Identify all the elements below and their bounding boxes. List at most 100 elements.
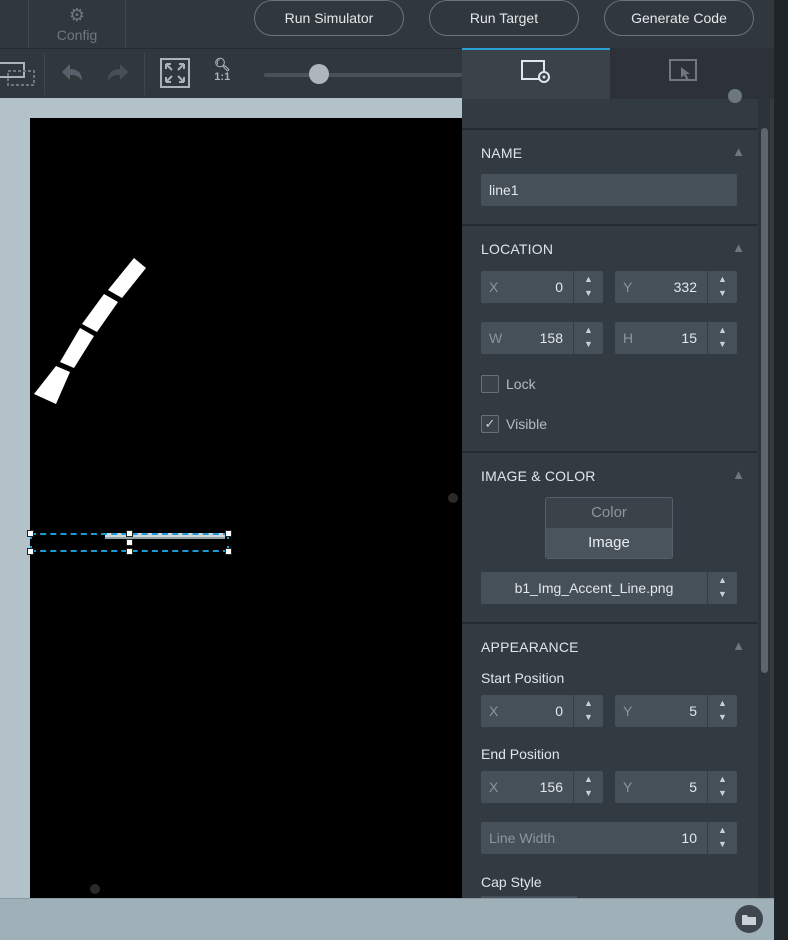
increment-icon[interactable]: ▲ <box>718 825 727 835</box>
h-spinner[interactable]: ▲ ▼ <box>707 322 737 354</box>
image-file-select[interactable]: b1_Img_Accent_Line.png ▲ ▼ <box>481 572 737 604</box>
color-image-toggle[interactable]: Color Image <box>545 497 673 559</box>
name-input[interactable]: line1 <box>481 174 737 206</box>
decrement-icon[interactable]: ▼ <box>718 712 727 722</box>
chevron-up-icon: ▲ <box>718 575 727 585</box>
resize-handle[interactable] <box>225 530 232 537</box>
line-width-spinner[interactable]: ▲ ▼ <box>707 822 737 854</box>
height-stepper[interactable]: H 15 ▲ ▼ <box>615 322 737 354</box>
resize-handle[interactable] <box>27 548 34 555</box>
tab-properties[interactable] <box>462 48 610 99</box>
decrement-icon[interactable]: ▼ <box>718 339 727 349</box>
increment-icon[interactable]: ▲ <box>584 325 593 335</box>
run-simulator-button[interactable]: Run Simulator <box>254 0 404 36</box>
screen-preview[interactable] <box>30 118 462 898</box>
select-arrows[interactable]: ▲ ▼ <box>707 572 737 604</box>
end-y-stepper[interactable]: Y 5 ▲ ▼ <box>615 771 737 803</box>
toolbar-divider <box>44 53 45 95</box>
center-handle[interactable] <box>126 539 133 546</box>
y-prefix: Y <box>623 279 633 295</box>
start-y-prefix: Y <box>623 703 633 719</box>
decrement-icon[interactable]: ▼ <box>718 839 727 849</box>
end-y-spinner[interactable]: ▲ ▼ <box>707 771 737 803</box>
end-x-value: 156 <box>539 779 563 795</box>
end-x-stepper[interactable]: X 156 ▲ ▼ <box>481 771 603 803</box>
section-title: IMAGE & COLOR <box>481 468 596 484</box>
end-x-prefix: X <box>489 779 499 795</box>
x-spinner[interactable]: ▲ ▼ <box>573 271 603 303</box>
resize-handle[interactable] <box>126 548 133 555</box>
screen-layers-icon[interactable] <box>0 57 36 93</box>
name-section: NAME ▲ line1 <box>462 128 757 225</box>
resize-handle[interactable] <box>225 548 232 555</box>
decrement-icon[interactable]: ▼ <box>718 288 727 298</box>
start-x-spinner[interactable]: ▲ ▼ <box>573 695 603 727</box>
y-value: 332 <box>673 279 697 295</box>
resize-handle[interactable] <box>27 530 34 537</box>
line-width-value: 10 <box>681 830 697 846</box>
increment-icon[interactable]: ▲ <box>718 774 727 784</box>
panel-tabs <box>462 48 774 99</box>
decrement-icon[interactable]: ▼ <box>584 288 593 298</box>
undo-icon[interactable] <box>58 59 86 91</box>
name-value: line1 <box>489 182 519 198</box>
fit-to-screen-icon[interactable] <box>160 58 190 94</box>
increment-icon[interactable]: ▲ <box>718 698 727 708</box>
w-value: 158 <box>539 330 563 346</box>
run-target-button[interactable]: Run Target <box>429 0 579 36</box>
h-value: 15 <box>681 330 697 346</box>
start-y-stepper[interactable]: Y 5 ▲ ▼ <box>615 695 737 727</box>
panel-scrollbar-thumb[interactable] <box>761 128 768 673</box>
lock-label: Lock <box>506 376 536 392</box>
x-prefix: X <box>489 279 499 295</box>
visible-label: Visible <box>506 416 547 432</box>
image-color-section: IMAGE & COLOR ▲ Color Image b1_Img_Accen… <box>462 451 757 623</box>
visible-checkbox[interactable]: ✓ <box>481 415 499 433</box>
increment-icon[interactable]: ▲ <box>584 698 593 708</box>
end-y-value: 5 <box>689 779 697 795</box>
lock-checkbox[interactable] <box>481 375 499 393</box>
design-canvas[interactable] <box>0 98 462 898</box>
y-spinner[interactable]: ▲ ▼ <box>707 271 737 303</box>
line-width-stepper[interactable]: Line Width 10 ▲ ▼ <box>481 822 737 854</box>
config-button[interactable]: ⚙ Config <box>28 0 126 48</box>
redo-icon[interactable] <box>104 59 132 91</box>
start-x-stepper[interactable]: X 0 ▲ ▼ <box>481 695 603 727</box>
w-prefix: W <box>489 330 503 346</box>
chevron-up-icon[interactable]: ▲ <box>732 467 745 482</box>
top-bar: ⚙ Config Run Simulator Run Target Genera… <box>0 0 778 48</box>
increment-icon[interactable]: ▲ <box>718 325 727 335</box>
start-y-value: 5 <box>689 703 697 719</box>
chevron-up-icon[interactable]: ▲ <box>732 240 745 255</box>
chevron-up-icon[interactable]: ▲ <box>732 638 745 653</box>
zoom-slider[interactable] <box>264 73 462 77</box>
y-stepper[interactable]: Y 332 ▲ ▼ <box>615 271 737 303</box>
decrement-icon[interactable]: ▼ <box>584 712 593 722</box>
increment-icon[interactable]: ▲ <box>718 274 727 284</box>
increment-icon[interactable]: ▲ <box>584 274 593 284</box>
cap-style-selector[interactable] <box>481 896 577 898</box>
chevron-up-icon[interactable]: ▲ <box>732 144 745 159</box>
gauge-segment <box>34 366 70 404</box>
screen-graphics <box>34 258 225 539</box>
start-y-spinner[interactable]: ▲ ▼ <box>707 695 737 727</box>
folder-icon[interactable] <box>735 905 763 933</box>
chevron-down-icon: ▼ <box>718 589 727 599</box>
w-spinner[interactable]: ▲ ▼ <box>573 322 603 354</box>
cap-style-label: Cap Style <box>481 874 542 890</box>
appearance-section: APPEARANCE ▲ Start Position X 0 ▲ ▼ Y 5 ▲… <box>462 622 757 898</box>
decrement-icon[interactable]: ▼ <box>718 788 727 798</box>
generate-code-button[interactable]: Generate Code <box>604 0 754 36</box>
color-option[interactable]: Color <box>546 498 672 528</box>
zoom-reset-button[interactable]: 🔍︎ 1:1 <box>214 58 231 83</box>
width-stepper[interactable]: W 158 ▲ ▼ <box>481 322 603 354</box>
decrement-icon[interactable]: ▼ <box>584 788 593 798</box>
end-x-spinner[interactable]: ▲ ▼ <box>573 771 603 803</box>
resize-handle[interactable] <box>126 530 133 537</box>
line-width-label: Line Width <box>489 830 556 846</box>
decrement-icon[interactable]: ▼ <box>584 339 593 349</box>
image-option[interactable]: Image <box>546 528 672 558</box>
x-stepper[interactable]: X 0 ▲ ▼ <box>481 271 603 303</box>
info-icon <box>728 89 742 103</box>
increment-icon[interactable]: ▲ <box>584 774 593 784</box>
